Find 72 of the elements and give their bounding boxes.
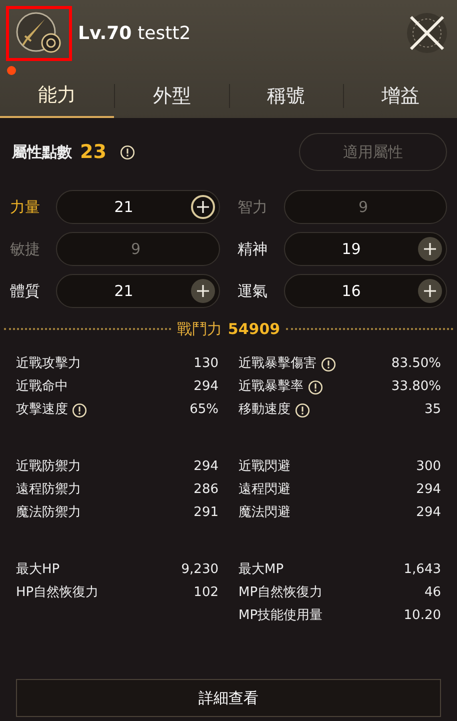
close-button[interactable] [407, 13, 447, 53]
attribute-label: 敏捷 [10, 238, 41, 260]
stat-label: 近戰閃避 [238, 458, 290, 476]
combat-power-label: 戰鬥力 [176, 319, 222, 340]
stat-label: HP自然恢復力 [16, 584, 99, 602]
plus-icon [423, 284, 437, 298]
plus-button[interactable] [418, 237, 442, 261]
info-icon[interactable] [308, 380, 322, 394]
character-name: testt2 [138, 22, 191, 46]
stat-value: 294 [416, 504, 441, 522]
info-icon[interactable] [72, 402, 87, 418]
level-text: Lv.70 [78, 22, 132, 46]
stat-value: 35 [424, 401, 441, 420]
stat-label: 魔法防禦力 [16, 504, 81, 522]
attribute-value-field: 21 [56, 190, 220, 224]
combat-power-value: 54909 [228, 319, 280, 340]
attribute-label: 智力 [238, 196, 268, 218]
attribute-value-field: 19 [284, 232, 447, 266]
stat-label: 最大MP [238, 561, 284, 580]
stat-value: 46 [424, 584, 441, 602]
stat-label: 近戰暴擊傷害 [238, 355, 316, 374]
stat-value: 300 [416, 458, 441, 476]
stat-label: 近戰防禦力 [16, 458, 81, 476]
stat-value: 65% [190, 401, 218, 420]
tab[interactable]: 稱號 [230, 74, 343, 118]
stat-value: 130 [194, 355, 218, 374]
detail-button[interactable]: 詳細查看 [16, 679, 441, 717]
attribute-value-field: 9 [56, 232, 220, 266]
stat-value: 1,643 [404, 561, 441, 580]
info-icon[interactable] [120, 144, 136, 160]
stat-value: 9,230 [181, 561, 218, 580]
stat-value: 83.50% [391, 355, 441, 374]
plus-icon [196, 200, 210, 214]
plus-icon [423, 242, 437, 256]
attribute-label: 精神 [238, 238, 268, 260]
sword-avatar-icon[interactable] [15, 11, 63, 55]
stat-value: 102 [194, 584, 218, 602]
stat-label: 近戰暴擊率 [238, 378, 304, 396]
stat-label: 遠程防禦力 [16, 481, 81, 500]
attribute-value-field: 9 [284, 190, 447, 224]
stat-value: 286 [194, 481, 218, 500]
attribute-value-field: 21 [56, 274, 220, 308]
tab[interactable]: 增益 [344, 74, 457, 118]
plus-icon [196, 284, 210, 298]
info-icon[interactable] [320, 356, 336, 372]
stat-value: 294 [416, 481, 441, 500]
stat-label: 魔法閃避 [238, 504, 290, 522]
stat-label: MP技能使用量 [238, 607, 323, 626]
tab[interactable]: 外型 [115, 74, 228, 118]
tab[interactable]: 能力 [0, 74, 114, 118]
stat-label: MP自然恢復力 [238, 584, 323, 602]
stat-value: 291 [194, 504, 218, 522]
plus-button[interactable] [418, 279, 442, 303]
stat-label: 近戰攻擊力 [16, 355, 81, 374]
attribute-label: 力量 [10, 196, 41, 218]
stat-label: 移動速度 [238, 401, 290, 420]
stat-value: 10.20 [404, 607, 441, 626]
stat-label: 近戰命中 [16, 378, 68, 396]
stat-label: 最大HP [16, 561, 60, 580]
plus-button[interactable] [190, 195, 214, 219]
stat-label: 攻擊速度 [16, 401, 68, 420]
info-icon[interactable] [294, 402, 310, 418]
stat-value: 294 [194, 378, 218, 396]
stat-label: 遠程閃避 [238, 481, 290, 500]
attribute-value-field: 16 [284, 274, 447, 308]
points-value: 23 [80, 140, 106, 165]
attribute-label: 體質 [10, 280, 41, 302]
stat-value: 294 [194, 458, 218, 476]
attribute-label: 運氣 [238, 280, 268, 302]
plus-button[interactable] [190, 279, 214, 303]
stat-value: 33.80% [391, 378, 441, 396]
points-label: 屬性點數 [12, 142, 72, 163]
